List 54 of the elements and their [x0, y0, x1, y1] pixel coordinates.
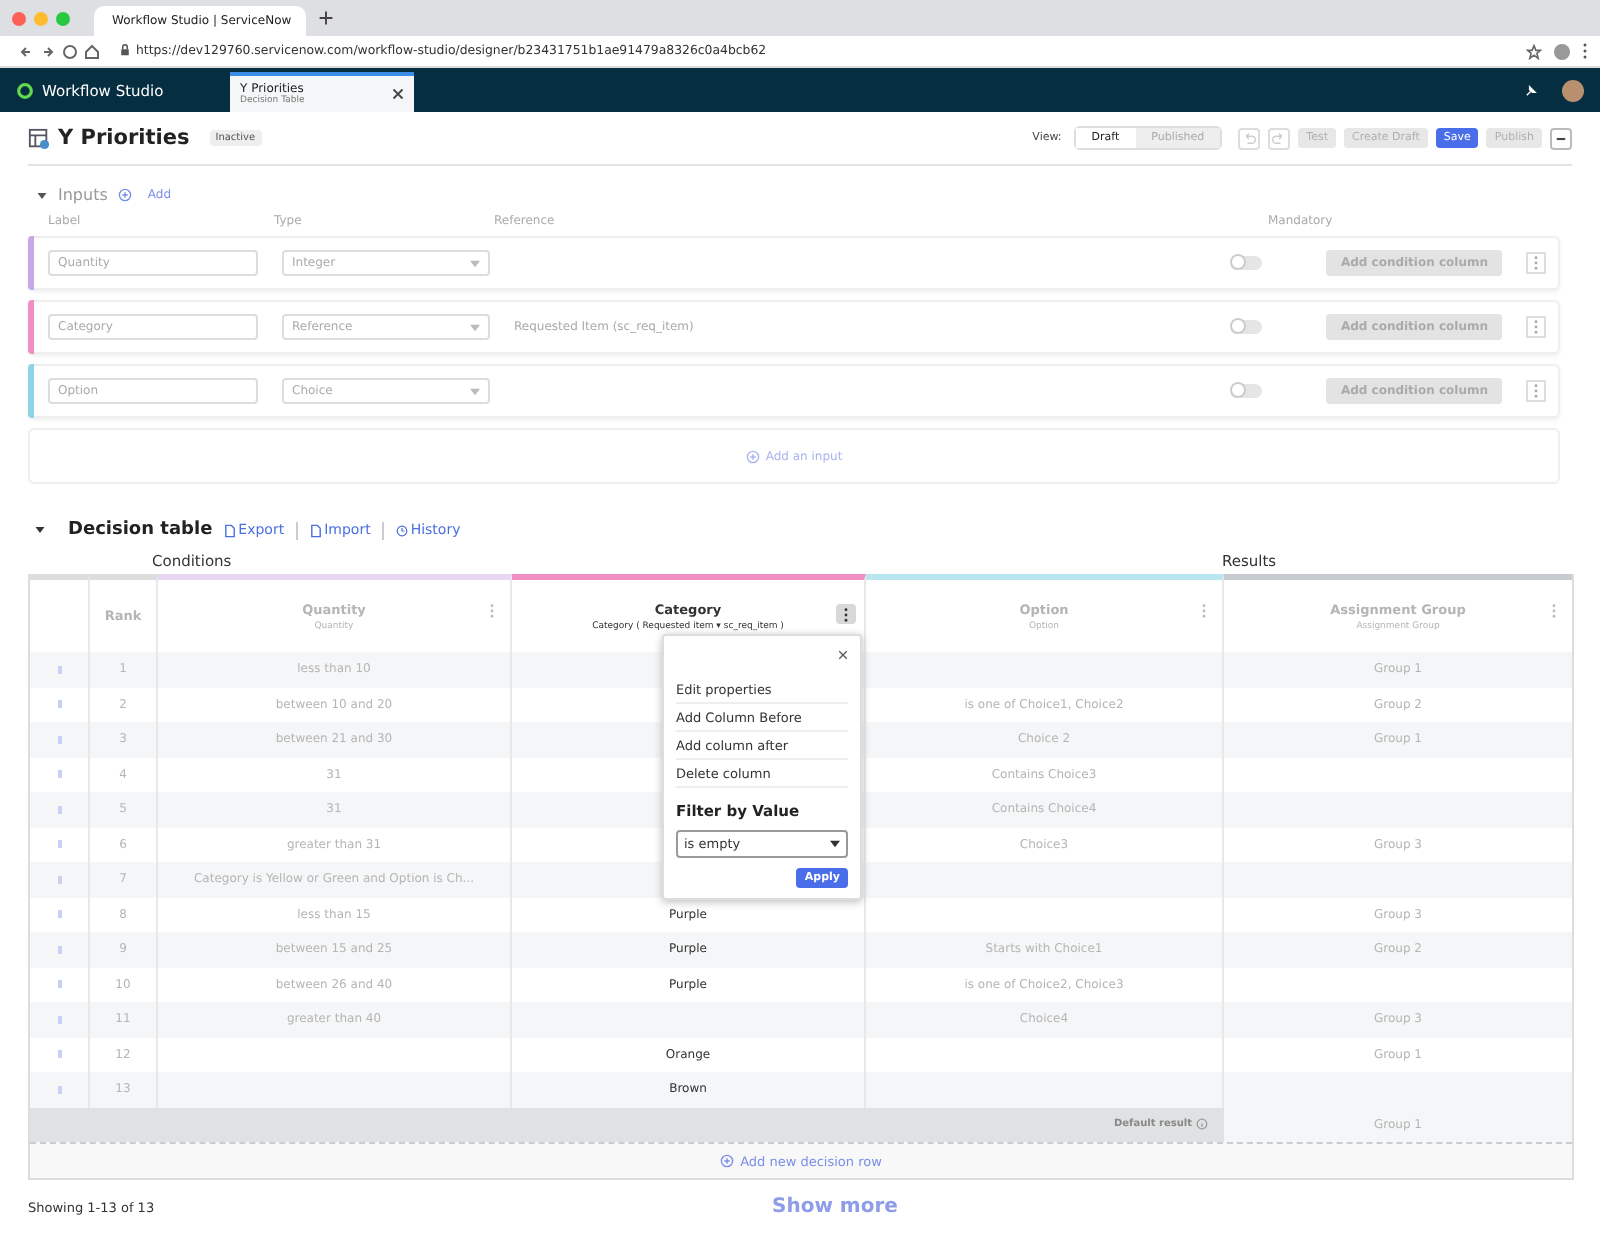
- info-icon[interactable]: [1196, 1118, 1208, 1131]
- lock-icon: [120, 44, 130, 56]
- drag-handle-icon[interactable]: [57, 1015, 61, 1024]
- caret-icon: [470, 387, 480, 395]
- mandatory-toggle[interactable]: [1230, 320, 1263, 334]
- clock-icon: [396, 523, 409, 537]
- drag-handle-icon[interactable]: [57, 1085, 61, 1094]
- drag-handle-icon[interactable]: [57, 805, 61, 814]
- caret-icon: [470, 259, 480, 267]
- drag-handle-icon[interactable]: [57, 1050, 61, 1059]
- drag-handle-icon[interactable]: [57, 840, 61, 849]
- row-menu-button[interactable]: [1526, 380, 1546, 402]
- drag-handle-icon[interactable]: [57, 945, 61, 954]
- caret-icon: [830, 840, 840, 848]
- minimize-window-button[interactable]: [34, 11, 48, 25]
- drag-handle-icon[interactable]: [57, 875, 61, 884]
- new-tab-icon[interactable]: [318, 10, 334, 26]
- show-more-link[interactable]: Show more: [772, 1196, 898, 1218]
- drag-handle-icon[interactable]: [57, 770, 61, 779]
- close-icon[interactable]: [392, 88, 404, 100]
- drag-handle-icon[interactable]: [57, 700, 61, 709]
- section-title: Decision table: [68, 520, 213, 540]
- add-icon[interactable]: [117, 188, 132, 202]
- logo-icon: [16, 81, 34, 99]
- collapse-caret-icon[interactable]: [36, 189, 48, 201]
- close-icon[interactable]: [838, 650, 848, 660]
- maximize-window-button[interactable]: [56, 11, 70, 25]
- user-avatar[interactable]: [1562, 79, 1584, 101]
- drag-handle-icon[interactable]: [57, 980, 61, 989]
- browser-menu-icon[interactable]: [1582, 42, 1588, 60]
- close-window-button[interactable]: [12, 11, 26, 25]
- drag-handle-icon[interactable]: [57, 735, 61, 744]
- page-title: Y Priorities: [58, 126, 190, 150]
- decision-table-icon: [28, 127, 50, 149]
- pin-icon[interactable]: [1524, 83, 1538, 97]
- caret-icon: [470, 323, 480, 331]
- document-icon: [310, 523, 323, 537]
- row-menu-button[interactable]: [1526, 252, 1546, 274]
- add-icon[interactable]: [720, 1154, 735, 1168]
- drag-handle-icon[interactable]: [57, 910, 61, 919]
- document-icon: [224, 523, 237, 537]
- bookmark-star-icon[interactable]: [1526, 43, 1542, 59]
- collapse-caret-icon[interactable]: [34, 524, 46, 536]
- column-menu-button[interactable]: [836, 604, 856, 624]
- row-menu-button[interactable]: [1526, 316, 1546, 338]
- mandatory-toggle[interactable]: [1230, 256, 1263, 270]
- redo-icon: [1272, 131, 1287, 145]
- section-title: Inputs: [58, 186, 108, 204]
- more-button[interactable]: [1550, 127, 1572, 149]
- add-icon: [745, 449, 760, 463]
- mandatory-toggle[interactable]: [1230, 384, 1263, 398]
- undo-icon: [1242, 131, 1257, 145]
- drag-handle-icon[interactable]: [57, 665, 61, 674]
- profile-avatar[interactable]: [1554, 43, 1570, 59]
